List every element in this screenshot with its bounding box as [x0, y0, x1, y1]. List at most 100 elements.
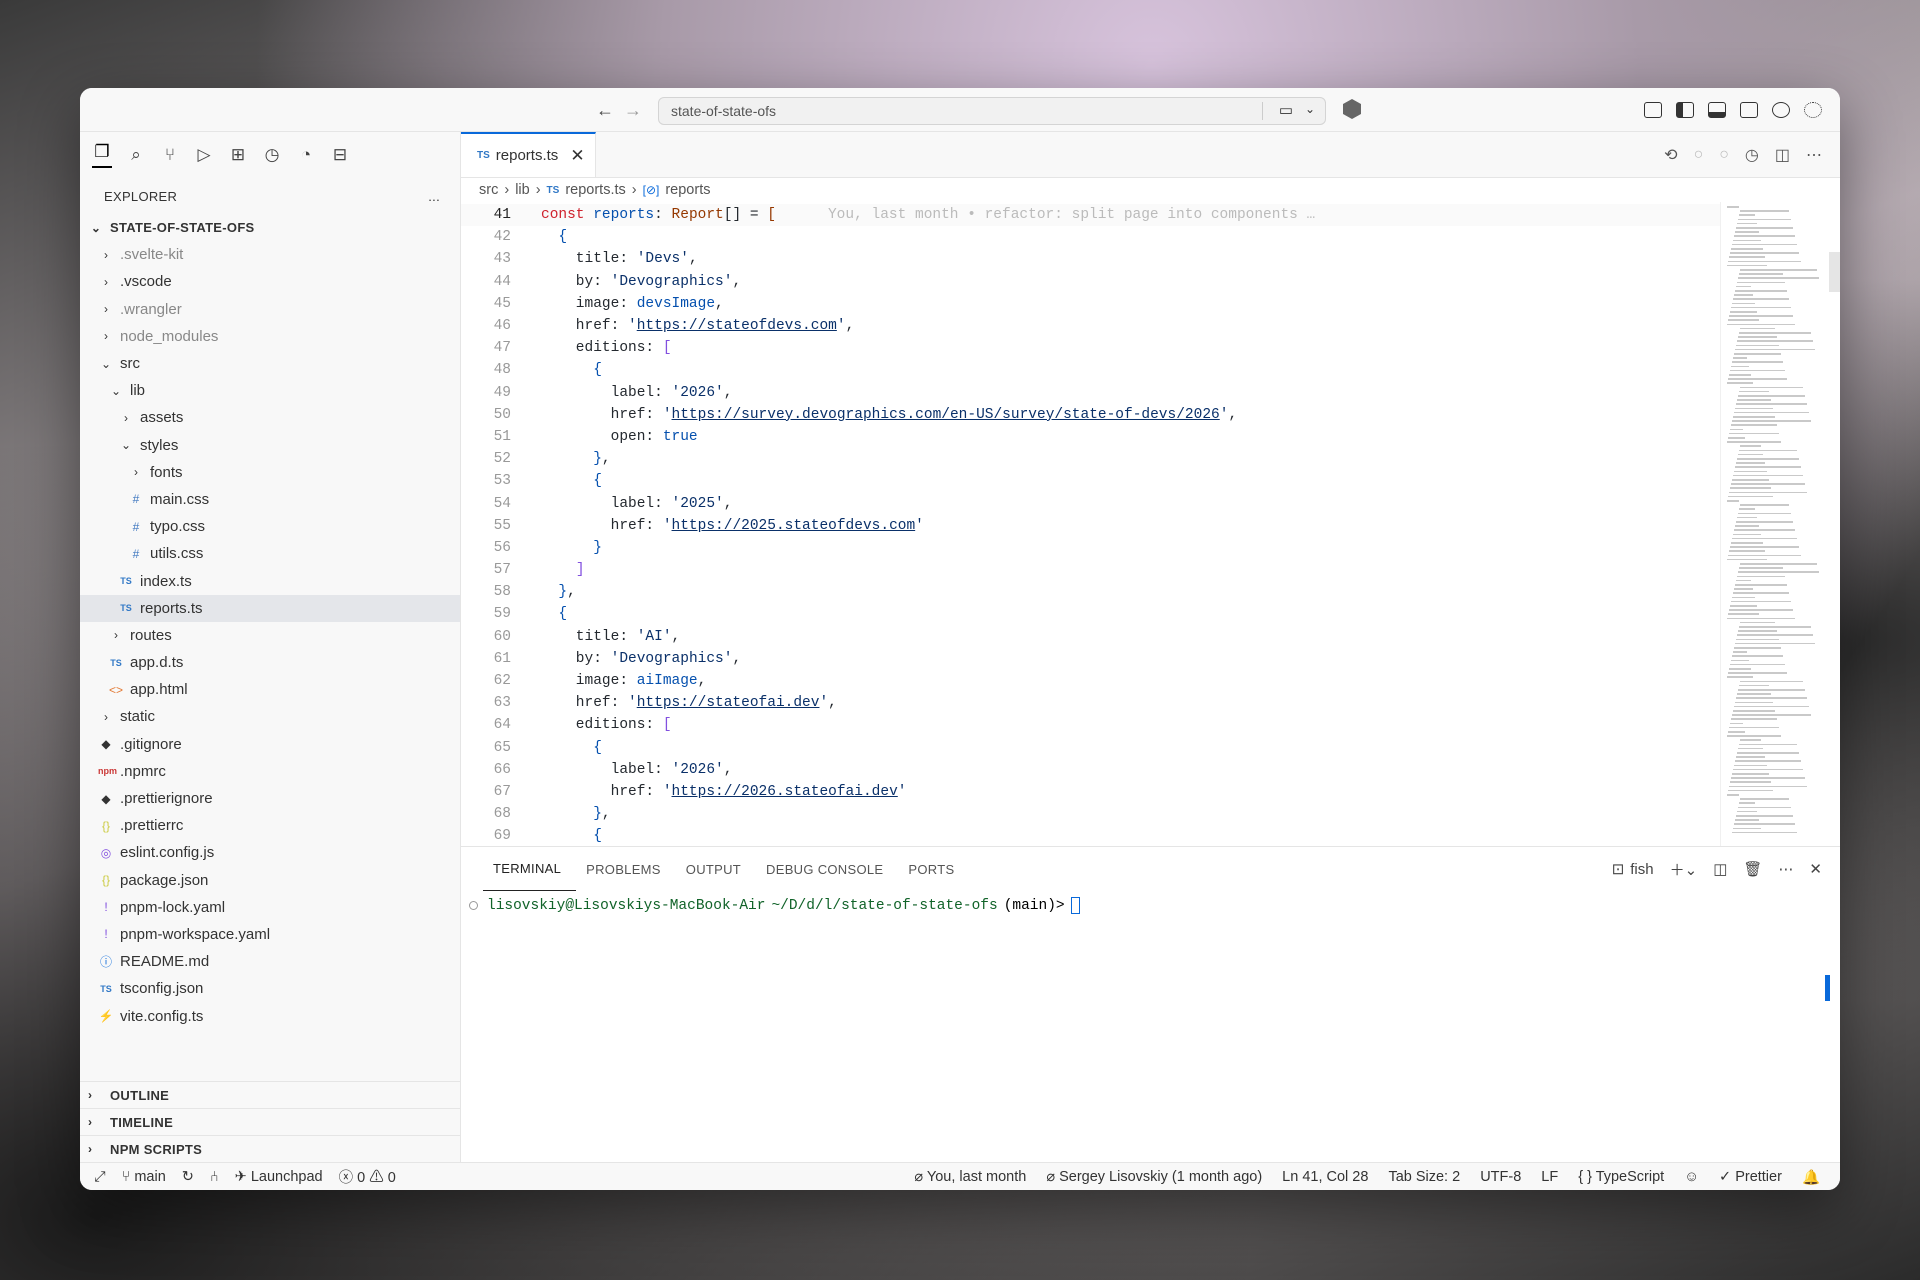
- source-control-icon[interactable]: ⑂: [160, 145, 180, 165]
- code-line[interactable]: 69 {: [461, 825, 1720, 846]
- terminal[interactable]: lisovskiy@Lisovskiys-MacBook-Air ~/D/d/l…: [461, 891, 1840, 914]
- customize-layout-icon[interactable]: [1644, 102, 1662, 118]
- tree-item[interactable]: › node_modules: [80, 323, 460, 350]
- branch-icon[interactable]: ⑂ main: [122, 1169, 166, 1185]
- line-ending[interactable]: LF: [1541, 1169, 1558, 1185]
- tree-item[interactable]: ◎ eslint.config.js: [80, 839, 460, 866]
- code-line[interactable]: 67 href: 'https://2026.stateofai.dev': [461, 781, 1720, 803]
- code-line[interactable]: 46 href: 'https://stateofdevs.com',: [461, 315, 1720, 337]
- minimap[interactable]: [1720, 202, 1840, 846]
- launchpad-button[interactable]: ✈ Launchpad: [235, 1169, 323, 1185]
- blame-status[interactable]: ⌀ You, last month: [914, 1169, 1026, 1185]
- tab-debug-console[interactable]: DEBUG CONSOLE: [756, 847, 898, 891]
- extension-icon[interactable]: [1343, 99, 1361, 119]
- toggle-panel-icon[interactable]: [1708, 102, 1726, 118]
- code-line[interactable]: 53 {: [461, 470, 1720, 492]
- code-line[interactable]: 58 },: [461, 581, 1720, 603]
- code-line[interactable]: 50 href: 'https://survey.devographics.co…: [461, 404, 1720, 426]
- breadcrumb-symbol[interactable]: reports: [665, 182, 710, 198]
- tree-item[interactable]: ◆ .gitignore: [80, 731, 460, 758]
- tree-item[interactable]: TS app.d.ts: [80, 649, 460, 676]
- gitlens-icon[interactable]: ◷: [262, 145, 282, 165]
- breadcrumb-src[interactable]: src: [479, 182, 498, 198]
- code-line[interactable]: 42 {: [461, 226, 1720, 248]
- section-timeline[interactable]: › TIMELINE: [80, 1108, 460, 1135]
- tree-item[interactable]: › .vscode: [80, 268, 460, 295]
- toggle-sidebar-icon[interactable]: [1676, 102, 1694, 118]
- minimap-slider[interactable]: [1829, 252, 1840, 292]
- tree-item[interactable]: ! pnpm-workspace.yaml: [80, 921, 460, 948]
- code-line[interactable]: 62 image: aiImage,: [461, 670, 1720, 692]
- forward-arrow-icon[interactable]: →: [624, 100, 642, 121]
- tree-item[interactable]: # main.css: [80, 486, 460, 513]
- tree-item[interactable]: › .wrangler: [80, 296, 460, 323]
- tree-item[interactable]: › assets: [80, 404, 460, 431]
- code-line[interactable]: 45 image: devsImage,: [461, 293, 1720, 315]
- code-line[interactable]: 55 href: 'https://2025.stateofdevs.com': [461, 515, 1720, 537]
- tree-item[interactable]: npm .npmrc: [80, 758, 460, 785]
- figma-icon[interactable]: ⊟: [330, 145, 350, 165]
- tab-output[interactable]: OUTPUT: [676, 847, 756, 891]
- close-panel-icon[interactable]: ✕: [1809, 860, 1822, 878]
- open-changes-icon[interactable]: ⟲: [1664, 145, 1677, 165]
- tree-item[interactable]: {} package.json: [80, 867, 460, 894]
- code-line[interactable]: 52 },: [461, 448, 1720, 470]
- code-editor[interactable]: 41 const reports: Report[] = [You, last m…: [461, 202, 1840, 846]
- code-line[interactable]: 43 title: 'Devs',: [461, 248, 1720, 270]
- tab-size[interactable]: Tab Size: 2: [1388, 1169, 1460, 1185]
- language-mode[interactable]: { } TypeScript: [1578, 1169, 1664, 1185]
- more-actions-icon[interactable]: ...: [428, 189, 440, 204]
- code-line[interactable]: 51 open: true: [461, 426, 1720, 448]
- code-line[interactable]: 47 editions: [: [461, 337, 1720, 359]
- code-line[interactable]: 57 ]: [461, 559, 1720, 581]
- tree-item[interactable]: TS index.ts: [80, 567, 460, 594]
- tree-item[interactable]: # utils.css: [80, 540, 460, 567]
- tree-item[interactable]: ⚡ vite.config.ts: [80, 1002, 460, 1029]
- back-arrow-icon[interactable]: ←: [596, 100, 614, 121]
- terminal-icon[interactable]: ⊡: [1612, 860, 1625, 878]
- terminal-shell-name[interactable]: fish: [1630, 861, 1653, 878]
- more-actions-icon[interactable]: ⋯: [1806, 145, 1822, 165]
- remote-icon[interactable]: ⤢: [94, 1169, 106, 1185]
- toggle-secondary-sidebar-icon[interactable]: [1740, 102, 1758, 118]
- code-line[interactable]: 65 {: [461, 737, 1720, 759]
- new-terminal-icon[interactable]: ＋⌄: [1670, 859, 1698, 880]
- command-center[interactable]: state-of-state-ofs ▭ ⌄: [658, 97, 1326, 125]
- tree-item[interactable]: › fonts: [80, 459, 460, 486]
- tab-problems[interactable]: PROBLEMS: [576, 847, 676, 891]
- code-line[interactable]: 63 href: 'https://stateofai.dev',: [461, 692, 1720, 714]
- encoding[interactable]: UTF-8: [1480, 1169, 1521, 1185]
- tree-item[interactable]: ◆ .prettierignore: [80, 785, 460, 812]
- run-debug-icon[interactable]: ▷: [194, 145, 214, 165]
- next-change-icon[interactable]: ○: [1719, 146, 1729, 164]
- section-npm-scripts[interactable]: › NPM SCRIPTS: [80, 1135, 460, 1162]
- close-icon[interactable]: ✕: [570, 146, 584, 166]
- tree-item[interactable]: ⌄ lib: [80, 377, 460, 404]
- author-status[interactable]: ⌀ Sergey Lisovskiy (1 month ago): [1046, 1169, 1262, 1185]
- trash-icon[interactable]: 🗑: [1743, 860, 1762, 878]
- chat-icon[interactable]: ▭: [1279, 101, 1293, 119]
- previous-change-icon[interactable]: ○: [1694, 146, 1704, 164]
- tree-item[interactable]: TS tsconfig.json: [80, 975, 460, 1002]
- problems-button[interactable]: ⓧ 0 ⚠ 0: [339, 1166, 396, 1187]
- tab-reports-ts[interactable]: TS reports.ts ✕: [461, 132, 596, 177]
- prettier-status[interactable]: ✓ Prettier: [1719, 1169, 1782, 1185]
- chevron-down-icon[interactable]: ⌄: [1305, 102, 1315, 116]
- code-line[interactable]: 64 editions: [: [461, 714, 1720, 736]
- code-line[interactable]: 54 label: '2025',: [461, 492, 1720, 514]
- tree-item[interactable]: ! pnpm-lock.yaml: [80, 894, 460, 921]
- code-lines[interactable]: 41 const reports: Report[] = [You, last m…: [461, 202, 1720, 846]
- code-line[interactable]: 66 label: '2026',: [461, 759, 1720, 781]
- gitlens-inspect-icon[interactable]: ◔: [296, 145, 316, 165]
- notifications-bell-icon[interactable]: 🔔: [1802, 1169, 1820, 1186]
- split-terminal-icon[interactable]: ◫: [1713, 860, 1727, 878]
- gitlens-blame-icon[interactable]: ◷: [1745, 145, 1759, 165]
- workspace-root[interactable]: ⌄ STATE-OF-STATE-OFS: [80, 214, 460, 241]
- code-line[interactable]: 48 {: [461, 359, 1720, 381]
- files-icon[interactable]: ❐: [92, 142, 112, 168]
- tree-item[interactable]: › routes: [80, 622, 460, 649]
- code-line[interactable]: 44 by: 'Devographics',: [461, 271, 1720, 293]
- code-line[interactable]: 68 },: [461, 803, 1720, 825]
- code-line[interactable]: 49 label: '2026',: [461, 382, 1720, 404]
- tree-item[interactable]: › .svelte-kit: [80, 241, 460, 268]
